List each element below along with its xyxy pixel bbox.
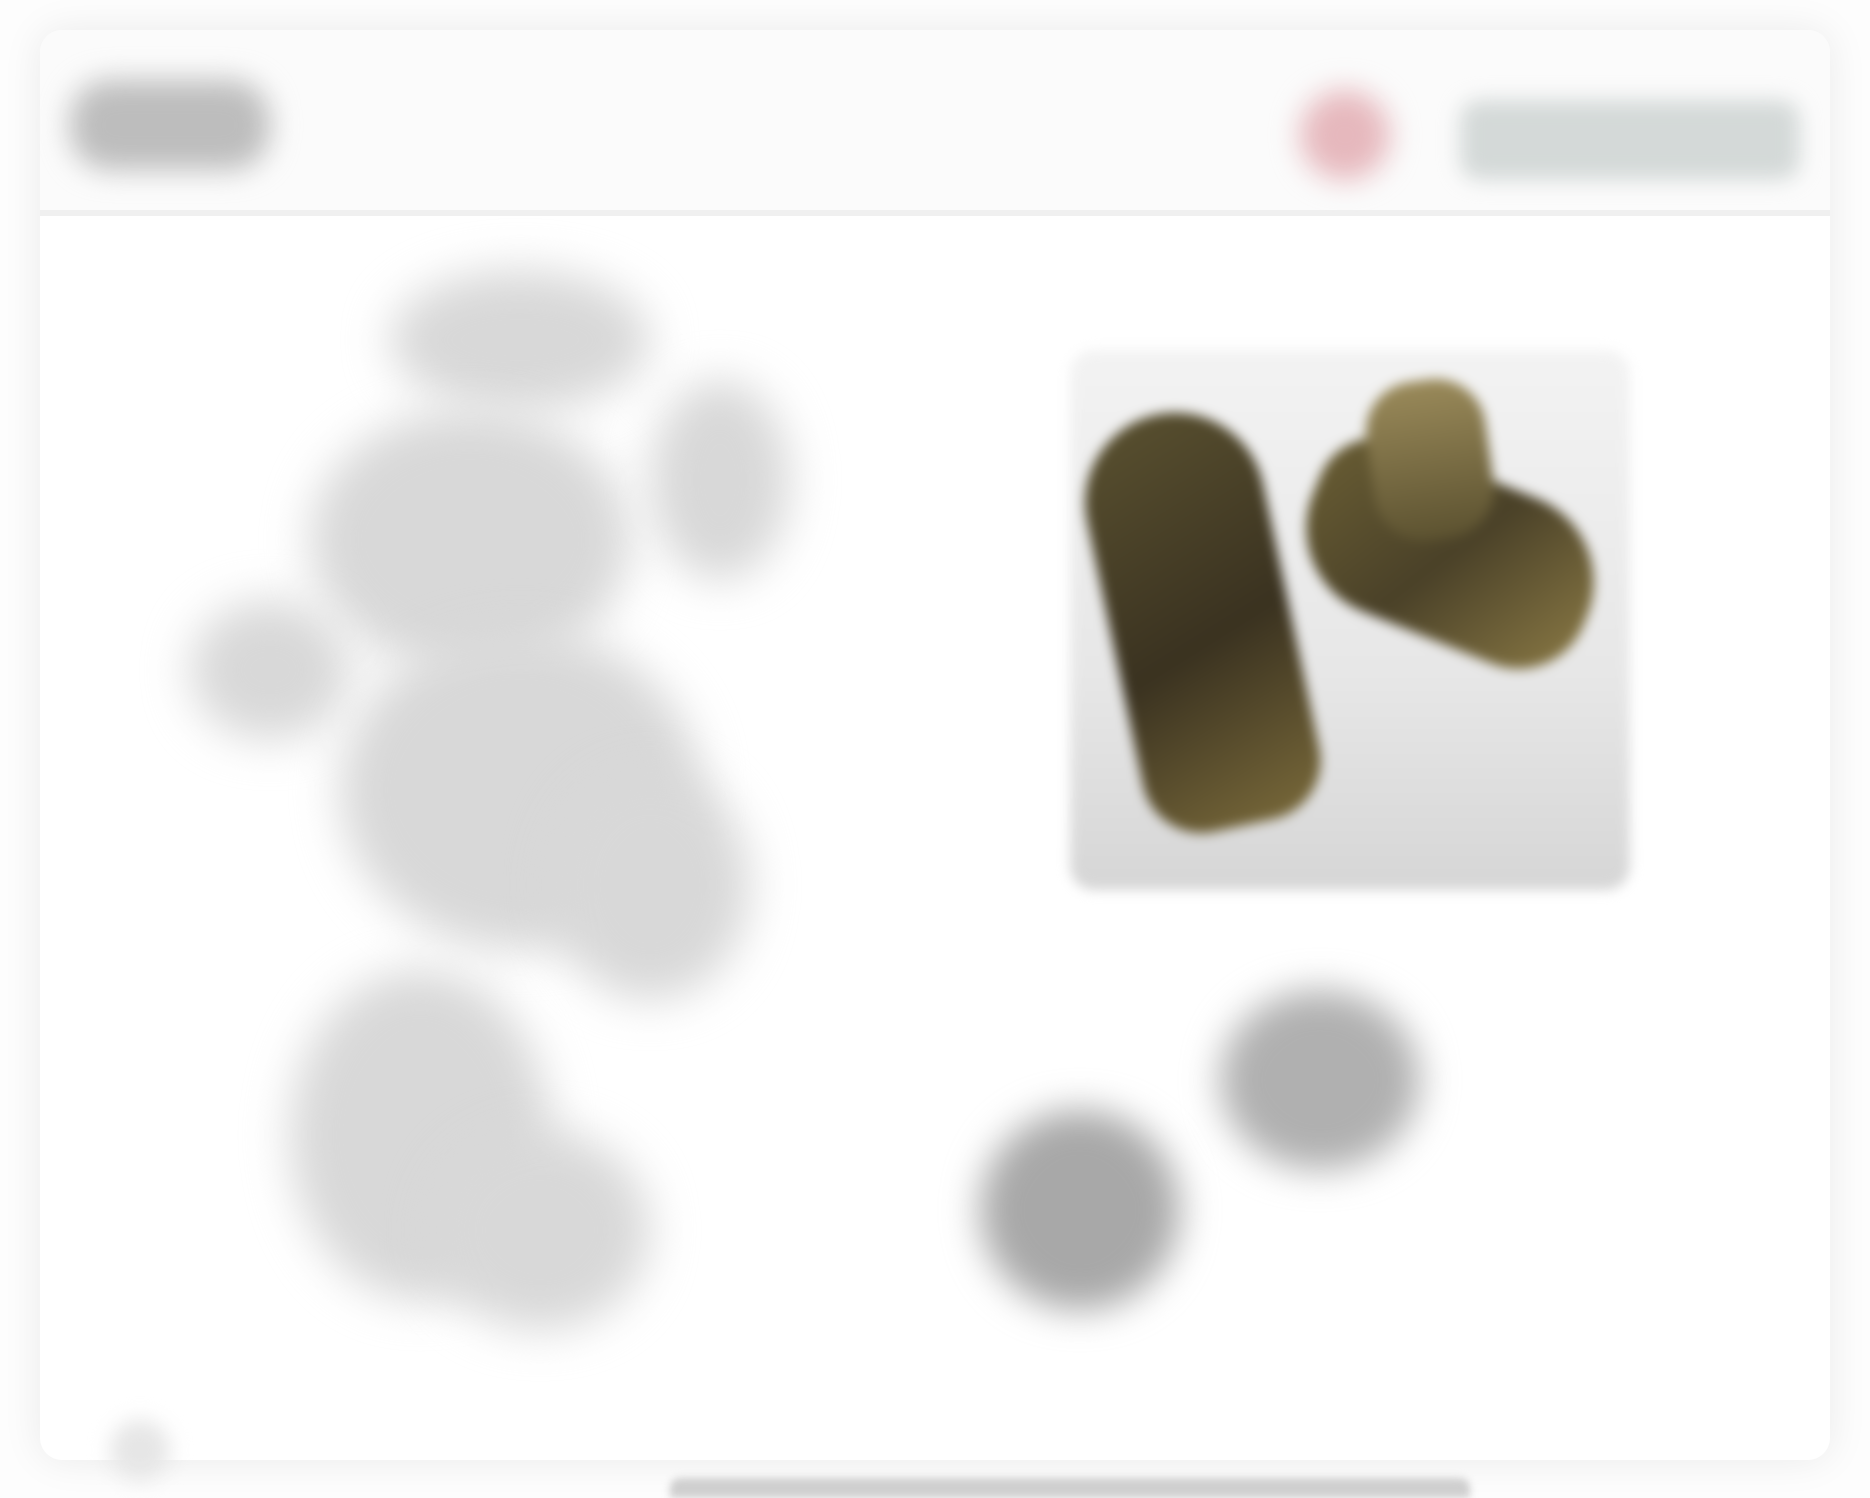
- app-window: [40, 30, 1830, 1480]
- boot-image-part: [1070, 395, 1332, 845]
- corner-icon[interactable]: [110, 1420, 170, 1480]
- shape-blob: [980, 1110, 1180, 1310]
- sketch-part: [310, 410, 630, 670]
- product-image: [1070, 350, 1630, 890]
- logo-icon[interactable]: [70, 80, 270, 170]
- sketch-part: [430, 1130, 650, 1330]
- app-page: [0, 0, 1870, 1498]
- sketch-part: [190, 600, 350, 740]
- shape-blob: [1220, 990, 1420, 1170]
- bottom-bar[interactable]: [670, 1478, 1470, 1498]
- status-dot-icon[interactable]: [1300, 90, 1390, 180]
- sketch-part: [550, 770, 750, 1000]
- top-toolbar: [40, 30, 1830, 216]
- sketch-part: [650, 380, 790, 580]
- sketch-part: [390, 270, 650, 410]
- action-button[interactable]: [1460, 100, 1800, 180]
